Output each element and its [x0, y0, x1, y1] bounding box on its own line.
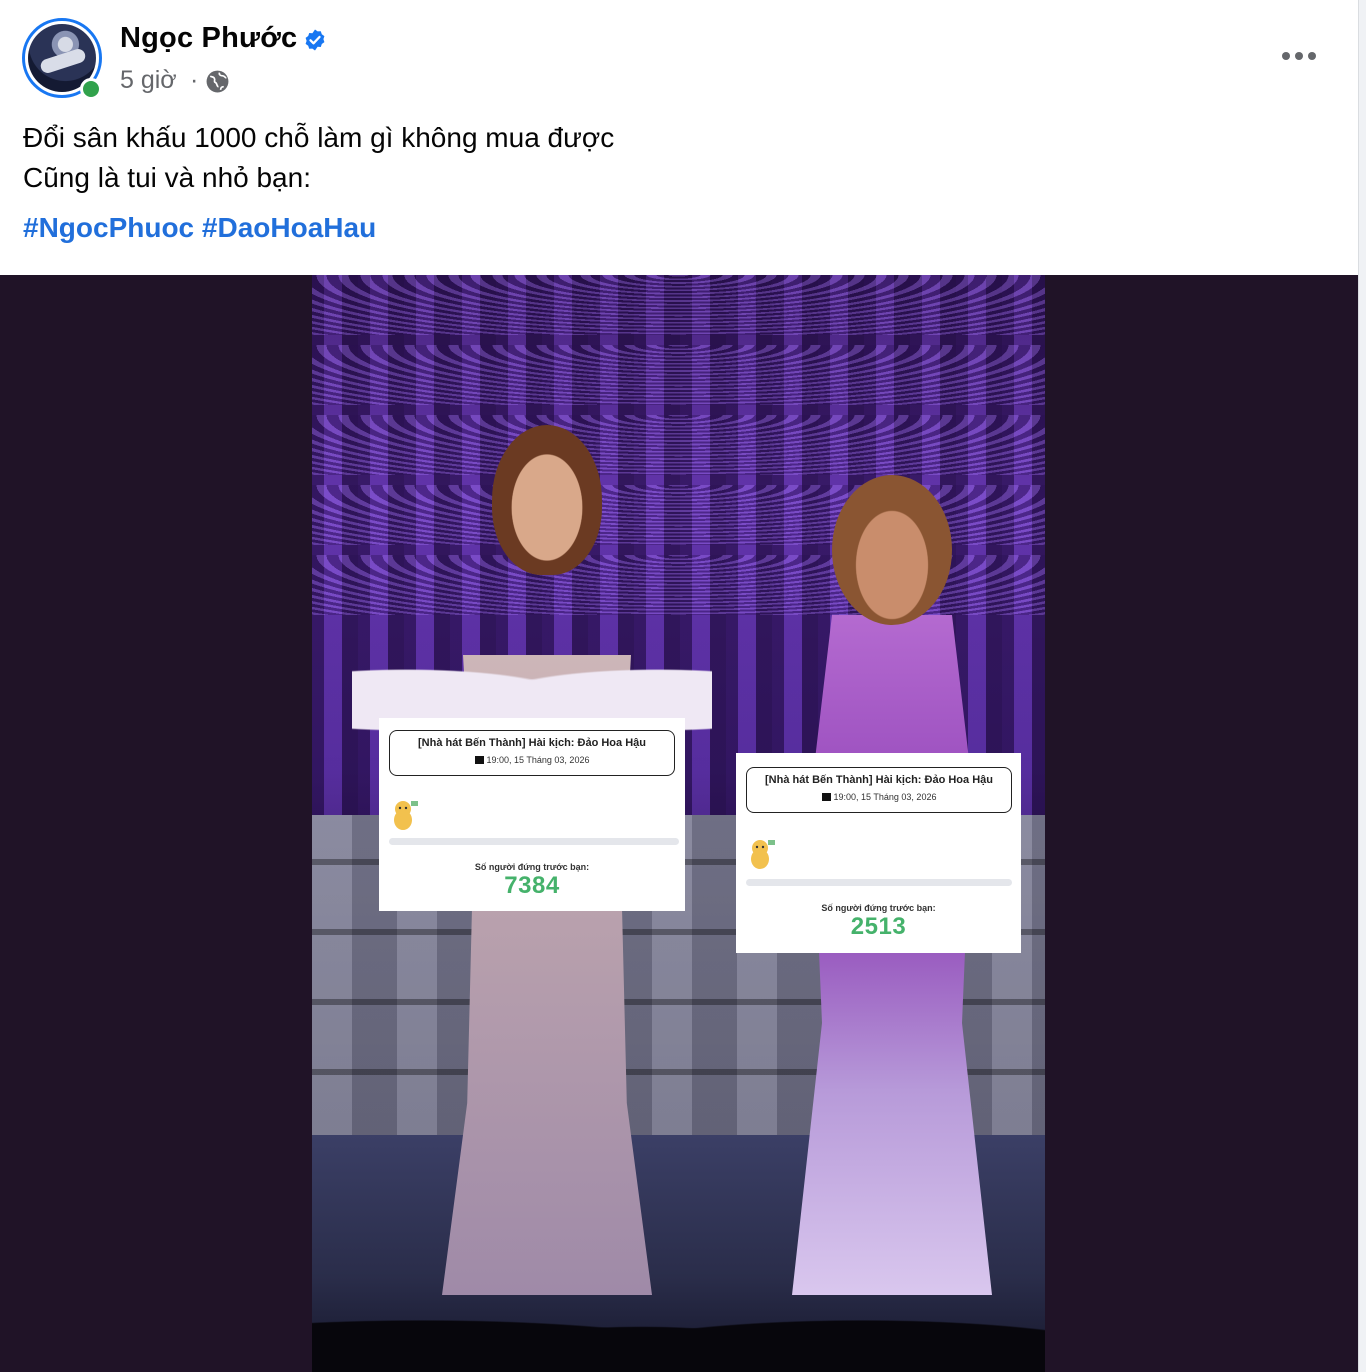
post-card: Ngọc Phước 5 giờ · Đổi sân khấu 1000 chỗ…	[0, 0, 1358, 1372]
queue-progress-bar	[746, 879, 1012, 886]
audience-silhouettes	[312, 1282, 1045, 1372]
people-ahead-count: 7384	[504, 872, 560, 899]
performer-head	[492, 425, 602, 575]
globe-icon[interactable]	[205, 69, 230, 94]
people-ahead-label: Số người đứng trước bạn:	[474, 862, 590, 872]
hashtag-row: #NgocPhuoc #DaoHoaHau	[23, 212, 376, 244]
performer-gown	[792, 615, 992, 1295]
post-text: Đổi sân khấu 1000 chỗ làm gì không mua đ…	[23, 118, 614, 198]
online-status-icon	[80, 78, 102, 100]
event-info-box: [Nhà hát Bến Thành] Hài kịch: Đảo Hoa Hậ…	[389, 730, 675, 776]
mascot-icon	[751, 840, 775, 869]
calendar-icon	[821, 793, 831, 801]
curtain-decoration	[312, 345, 1045, 405]
event-time-row: 19:00, 15 Tháng 03, 2026	[747, 792, 1011, 802]
post-timestamp[interactable]: 5 giờ	[120, 66, 177, 95]
curtain-decoration	[312, 275, 1045, 335]
event-time-row: 19:00, 15 Tháng 03, 2026	[390, 755, 674, 765]
scrollbar-gutter	[1358, 0, 1366, 1372]
verified-badge-icon	[305, 29, 325, 51]
event-title: [Nhà hát Bến Thành] Hài kịch: Đảo Hoa Hậ…	[765, 774, 993, 786]
performer-head	[832, 475, 952, 625]
post-text-line: Cũng là tui và nhỏ bạn:	[23, 162, 311, 193]
more-options-icon	[1282, 52, 1290, 60]
mascot-icon	[394, 801, 418, 830]
more-options-icon-dot	[1308, 52, 1316, 60]
post-text-line: Đổi sân khấu 1000 chỗ làm gì không mua đ…	[23, 122, 615, 153]
queue-card: [Nhà hát Bến Thành] Hài kịch: Đảo Hoa Hậ…	[736, 753, 1021, 953]
more-options-button[interactable]	[1276, 36, 1322, 76]
queue-progress-bar	[389, 838, 679, 845]
more-options-icon-dot	[1295, 52, 1303, 60]
event-time: 19:00, 15 Tháng 03, 2026	[833, 792, 937, 802]
post-media[interactable]: [Nhà hát Bến Thành] Hài kịch: Đảo Hoa Hậ…	[0, 275, 1358, 1372]
event-info-box: [Nhà hát Bến Thành] Hài kịch: Đảo Hoa Hậ…	[746, 767, 1012, 813]
event-title: [Nhà hát Bến Thành] Hài kịch: Đảo Hoa Hậ…	[418, 737, 646, 749]
people-ahead-count: 2513	[850, 913, 907, 940]
event-time: 19:00, 15 Tháng 03, 2026	[486, 755, 590, 765]
hashtag-link[interactable]: #NgocPhuoc	[23, 212, 194, 243]
people-ahead-label: Số người đứng trước bạn:	[821, 903, 936, 913]
queue-card: [Nhà hát Bến Thành] Hài kịch: Đảo Hoa Hậ…	[379, 718, 685, 911]
meta-separator: ·	[190, 66, 199, 94]
hashtag-link[interactable]: #DaoHoaHau	[202, 212, 376, 243]
author-name[interactable]: Ngọc Phước	[120, 22, 297, 55]
calendar-icon	[474, 756, 484, 764]
